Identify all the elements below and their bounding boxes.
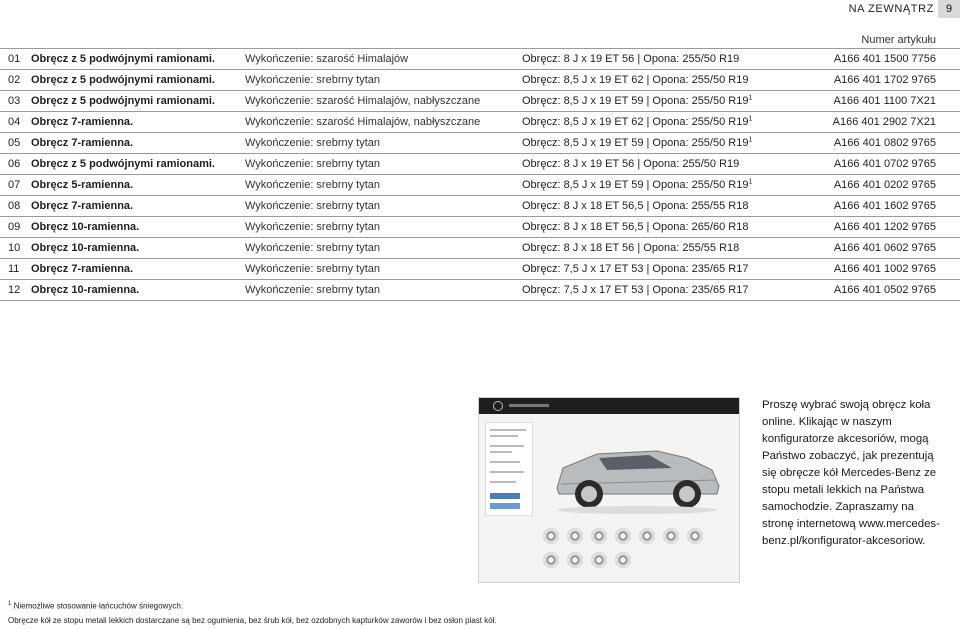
wheel-name: Obręcz 5-ramienna. <box>31 179 134 191</box>
footnote-mark: 1 <box>748 136 753 144</box>
part-number: A166 401 1702 9765 <box>833 74 936 86</box>
table-row: 02 Obręcz z 5 podwójnymi ramionami. Wykońc… <box>0 69 960 90</box>
footnote-1-text: Niemożliwe stosowanie łańcuchów śniegowy… <box>13 601 183 611</box>
screenshot-side-panel <box>485 422 533 516</box>
wheel-finish: Wykończenie: srebrny tytan <box>245 137 381 149</box>
wheel-name: Obręcz 10-ramienna. <box>31 242 140 254</box>
wheel-finish: Wykończenie: szarość Himalajów, nabłyszc… <box>245 116 481 128</box>
row-number: 02 <box>8 74 21 86</box>
footnote-mark: 1 <box>748 115 753 123</box>
row-number: 12 <box>8 284 21 296</box>
section-title: NA ZEWNĄTRZ <box>848 3 934 15</box>
rim-spec: Obręcz: 8 J x 18 ET 56,5 | Opona: 265/60… <box>522 221 749 233</box>
rim-spec: Obręcz: 7,5 J x 17 ET 53 | Opona: 235/65… <box>522 284 749 296</box>
rim-spec: Obręcz: 8,5 J x 19 ET 62 | Opona: 255/50… <box>522 74 749 86</box>
wheel-finish: Wykończenie: srebrny tytan <box>245 221 381 233</box>
page-header: NA ZEWNĄTRZ 9 <box>0 0 960 18</box>
table-row: 04 Obręcz 7-ramienna. Wykończenie: szarość… <box>0 111 960 132</box>
wheel-finish: Wykończenie: srebrny tytan <box>245 263 381 275</box>
part-number: A166 401 1100 7X21 <box>833 95 936 107</box>
table-row: 07 Obręcz 5-ramienna. Wykończenie: srebrny… <box>0 174 960 195</box>
table-row: 10 Obręcz 10-ramienna. Wykończenie: srebrn… <box>0 237 960 258</box>
wheel-thumbnails <box>537 524 733 576</box>
wheel-name: Obręcz 10-ramienna. <box>31 221 140 233</box>
part-number: A166 401 2902 7X21 <box>832 116 936 128</box>
wheel-finish: Wykończenie: srebrny tytan <box>245 179 381 191</box>
wheel-finish: Wykończenie: srebrny tytan <box>245 284 381 296</box>
rim-spec: Obręcz: 7,5 J x 17 ET 53 | Opona: 235/65… <box>522 263 749 275</box>
wheel-name: Obręcz z 5 podwójnymi ramionami. <box>31 53 215 65</box>
wheel-finish: Wykończenie: srebrny tytan <box>245 158 381 170</box>
wheel-name: Obręcz 10-ramienna. <box>31 284 140 296</box>
wheel-finish: Wykończenie: szarość Himalajów, nabłyszc… <box>245 95 481 107</box>
page-number: 9 <box>938 0 960 18</box>
rim-spec: Obręcz: 8 J x 19 ET 56 | Opona: 255/50 R… <box>522 158 740 170</box>
row-number: 10 <box>8 242 21 254</box>
wheel-name: Obręcz 7-ramienna. <box>31 263 134 275</box>
wheel-name: Obręcz z 5 podwójnymi ramionami. <box>31 158 215 170</box>
rim-spec: Obręcz: 8,5 J x 19 ET 59 | Opona: 255/50… <box>522 136 753 149</box>
wheel-name: Obręcz z 5 podwójnymi ramionami. <box>31 74 215 86</box>
table-row: 12 Obręcz 10-ramienna. Wykończenie: srebrn… <box>0 279 960 301</box>
row-number: 07 <box>8 179 21 191</box>
wheel-name: Obręcz z 5 podwójnymi ramionami. <box>31 95 215 107</box>
footnote-mark: 1 <box>748 94 753 102</box>
part-number: A166 401 1202 9765 <box>833 221 936 233</box>
wheel-name: Obręcz 7-ramienna. <box>31 200 134 212</box>
row-number: 05 <box>8 137 21 149</box>
footnote-mark: 1 <box>8 601 12 607</box>
table-row: 03 Obręcz z 5 podwójnymi ramionami. Wykońc… <box>0 90 960 111</box>
wheel-finish: Wykończenie: szarość Himalajów <box>245 53 409 65</box>
rim-spec: Obręcz: 8 J x 18 ET 56,5 | Opona: 255/55… <box>522 200 749 212</box>
table-row: 11 Obręcz 7-ramienna. Wykończenie: srebrny… <box>0 258 960 279</box>
mercedes-star-icon <box>493 401 503 411</box>
part-number: A166 401 1002 9765 <box>833 263 936 275</box>
table-row: 05 Obręcz 7-ramienna. Wykończenie: srebrny… <box>0 132 960 153</box>
part-number: A166 401 0502 9765 <box>833 284 936 296</box>
part-number: A166 401 1602 9765 <box>833 200 936 212</box>
footnote-mark: 1 <box>748 178 753 186</box>
configurator-promo-text: Proszę wybrać swoją obręcz koła online. … <box>762 397 940 550</box>
screenshot-topbar <box>479 398 739 414</box>
part-number: A166 401 0202 9765 <box>833 179 936 191</box>
wheel-name: Obręcz 7-ramienna. <box>31 116 134 128</box>
row-number: 06 <box>8 158 21 170</box>
rim-spec: Obręcz: 8,5 J x 19 ET 59 | Opona: 255/50… <box>522 178 753 191</box>
row-number: 01 <box>8 53 21 65</box>
wheel-finish: Wykończenie: srebrny tytan <box>245 200 381 212</box>
wheel-finish: Wykończenie: srebrny tytan <box>245 242 381 254</box>
footnote-snow-chains: 1 Niemożliwe stosowanie łańcuchów śniego… <box>8 601 183 611</box>
footnote-delivery-scope: Obręcze kół ze stopu metali lekkich dost… <box>8 616 497 625</box>
row-number: 11 <box>8 263 20 275</box>
table-row: 06 Obręcz z 5 podwójnymi ramionami. Wykońc… <box>0 153 960 174</box>
row-number: 09 <box>8 221 21 233</box>
part-number: A166 401 0602 9765 <box>833 242 936 254</box>
rim-spec: Obręcz: 8,5 J x 19 ET 62 | Opona: 255/50… <box>522 115 753 128</box>
rim-spec: Obręcz: 8,5 J x 19 ET 59 | Opona: 255/50… <box>522 94 753 107</box>
suv-car-image <box>556 450 720 514</box>
screenshot-topbar-text <box>509 404 549 407</box>
part-number: A166 401 1500 7756 <box>833 53 936 65</box>
wheel-name: Obręcz 7-ramienna. <box>31 137 134 149</box>
row-number: 08 <box>8 200 21 212</box>
part-number-column-header: Numer artykułu <box>861 34 936 46</box>
row-number: 03 <box>8 95 21 107</box>
part-number: A166 401 0702 9765 <box>833 158 936 170</box>
row-number: 04 <box>8 116 21 128</box>
table-row: 09 Obręcz 10-ramienna. Wykończenie: srebrn… <box>0 216 960 237</box>
wheel-table: 01 Obręcz z 5 podwójnymi ramionami. Wykońc… <box>0 48 960 301</box>
configurator-screenshot <box>478 397 740 583</box>
rim-spec: Obręcz: 8 J x 19 ET 56 | Opona: 255/50 R… <box>522 53 740 65</box>
table-row: 08 Obręcz 7-ramienna. Wykończenie: srebrny… <box>0 195 960 216</box>
wheel-finish: Wykończenie: srebrny tytan <box>245 74 381 86</box>
part-number: A166 401 0802 9765 <box>833 137 936 149</box>
table-row: 01 Obręcz z 5 podwójnymi ramionami. Wykońc… <box>0 48 960 69</box>
rim-spec: Obręcz: 8 J x 18 ET 56 | Opona: 255/55 R… <box>522 242 740 254</box>
promo-paragraph: Proszę wybrać swoją obręcz koła online. … <box>762 399 940 547</box>
